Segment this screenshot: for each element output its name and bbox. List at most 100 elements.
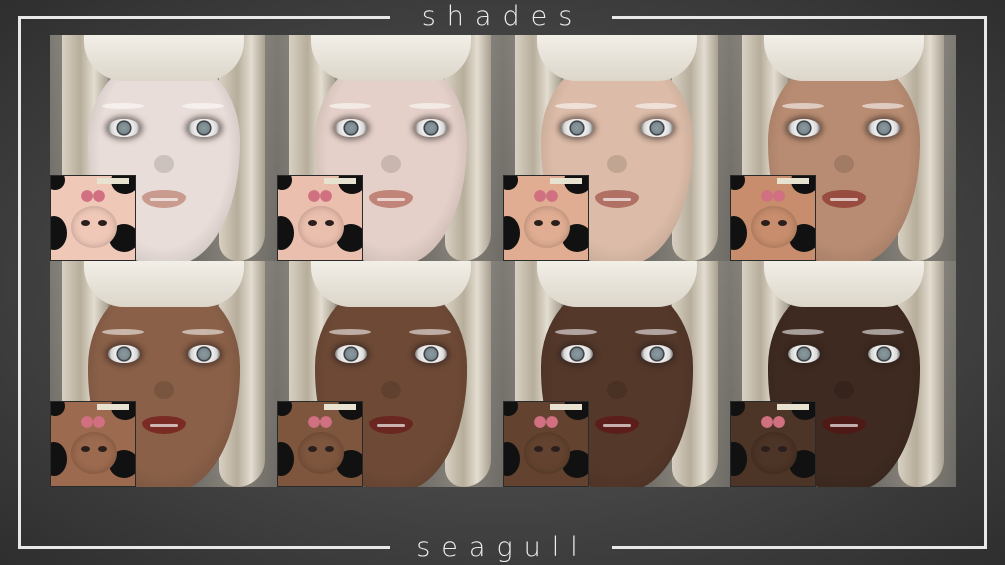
texture-uv-blank [504, 216, 520, 250]
brow-right [408, 103, 451, 109]
texture-lip-dots [307, 416, 332, 428]
texture-swatch [729, 175, 816, 261]
nose [833, 155, 854, 173]
texture-face [750, 432, 797, 474]
eye-right [867, 119, 900, 137]
nose [154, 155, 174, 173]
texture-uv-blank [51, 216, 67, 250]
brow-left [328, 329, 371, 335]
eye-left [334, 119, 367, 137]
texture-face [750, 206, 797, 248]
eye-right [188, 345, 220, 363]
brow-right [861, 329, 904, 335]
brow-left [328, 103, 371, 109]
eye-right [414, 119, 447, 137]
footer-title: seagull [416, 532, 589, 563]
texture-label-strip [323, 404, 356, 410]
texture-uv-blank [51, 442, 67, 476]
nose [380, 155, 401, 173]
eye-left [787, 345, 820, 363]
eye-left [561, 119, 593, 137]
shade-preview-4 [729, 35, 956, 261]
texture-uv-blank [730, 402, 745, 416]
texture-label-strip [97, 178, 129, 184]
eye-left [108, 119, 140, 137]
texture-lip-dots [81, 190, 105, 202]
eye-left [108, 345, 140, 363]
hair-bangs [763, 35, 924, 81]
texture-label-strip [323, 178, 356, 184]
texture-lip-dots [81, 416, 105, 428]
shade-preview-2 [276, 35, 503, 261]
shade-preview-3 [503, 35, 730, 261]
texture-swatch [729, 401, 816, 487]
hair-bangs [537, 261, 697, 307]
shade-preview-8 [729, 261, 956, 487]
brow-right [182, 329, 224, 335]
texture-lip-dots [760, 416, 785, 428]
nose [380, 381, 401, 399]
hair-bangs [84, 261, 244, 307]
texture-face [297, 206, 344, 248]
eye-right [641, 345, 673, 363]
eye-right [188, 119, 220, 137]
texture-label-strip [550, 404, 582, 410]
nose [607, 381, 627, 399]
texture-uv-blank [277, 402, 292, 416]
texture-label-strip [550, 178, 582, 184]
nose [154, 381, 174, 399]
brow-left [102, 103, 144, 109]
shade-preview-5 [50, 261, 277, 487]
texture-lip-dots [760, 190, 785, 202]
hair-bangs [84, 35, 244, 81]
texture-lip-dots [534, 416, 558, 428]
texture-face [524, 206, 570, 248]
hair-bangs [310, 35, 471, 81]
eye-left [787, 119, 820, 137]
brow-right [408, 329, 451, 335]
shade-preview-1 [50, 35, 277, 261]
eye-left [334, 345, 367, 363]
eye-left [561, 345, 593, 363]
texture-face [524, 432, 570, 474]
eye-right [414, 345, 447, 363]
texture-face [71, 206, 117, 248]
texture-face [297, 432, 344, 474]
texture-swatch [276, 401, 363, 487]
eye-right [867, 345, 900, 363]
nose [607, 155, 627, 173]
hair-bangs [537, 35, 697, 81]
eye-right [641, 119, 673, 137]
texture-uv-blank [504, 176, 518, 190]
texture-uv-blank [504, 442, 520, 476]
brow-right [182, 103, 224, 109]
brow-right [635, 103, 677, 109]
texture-label-strip [776, 404, 809, 410]
hair-bangs [763, 261, 924, 307]
brow-right [635, 329, 677, 335]
shade-preview-7 [503, 261, 730, 487]
brow-left [781, 329, 824, 335]
nose [833, 381, 854, 399]
texture-uv-blank [51, 402, 65, 416]
frame-left [18, 16, 21, 549]
texture-swatch [50, 175, 136, 261]
texture-lip-dots [307, 190, 332, 202]
texture-swatch [503, 175, 589, 261]
hair-bangs [310, 261, 471, 307]
texture-face [71, 432, 117, 474]
brow-left [555, 103, 597, 109]
frame-right [984, 16, 987, 549]
brow-left [102, 329, 144, 335]
shade-preview-6 [276, 261, 503, 487]
texture-uv-blank [277, 176, 292, 190]
texture-uv-blank [277, 216, 294, 250]
texture-uv-blank [730, 176, 745, 190]
texture-swatch [50, 401, 136, 487]
brow-left [781, 103, 824, 109]
texture-swatch [276, 175, 363, 261]
texture-swatch [503, 401, 589, 487]
texture-uv-blank [730, 216, 747, 250]
shades-grid [50, 35, 956, 487]
texture-label-strip [97, 404, 129, 410]
